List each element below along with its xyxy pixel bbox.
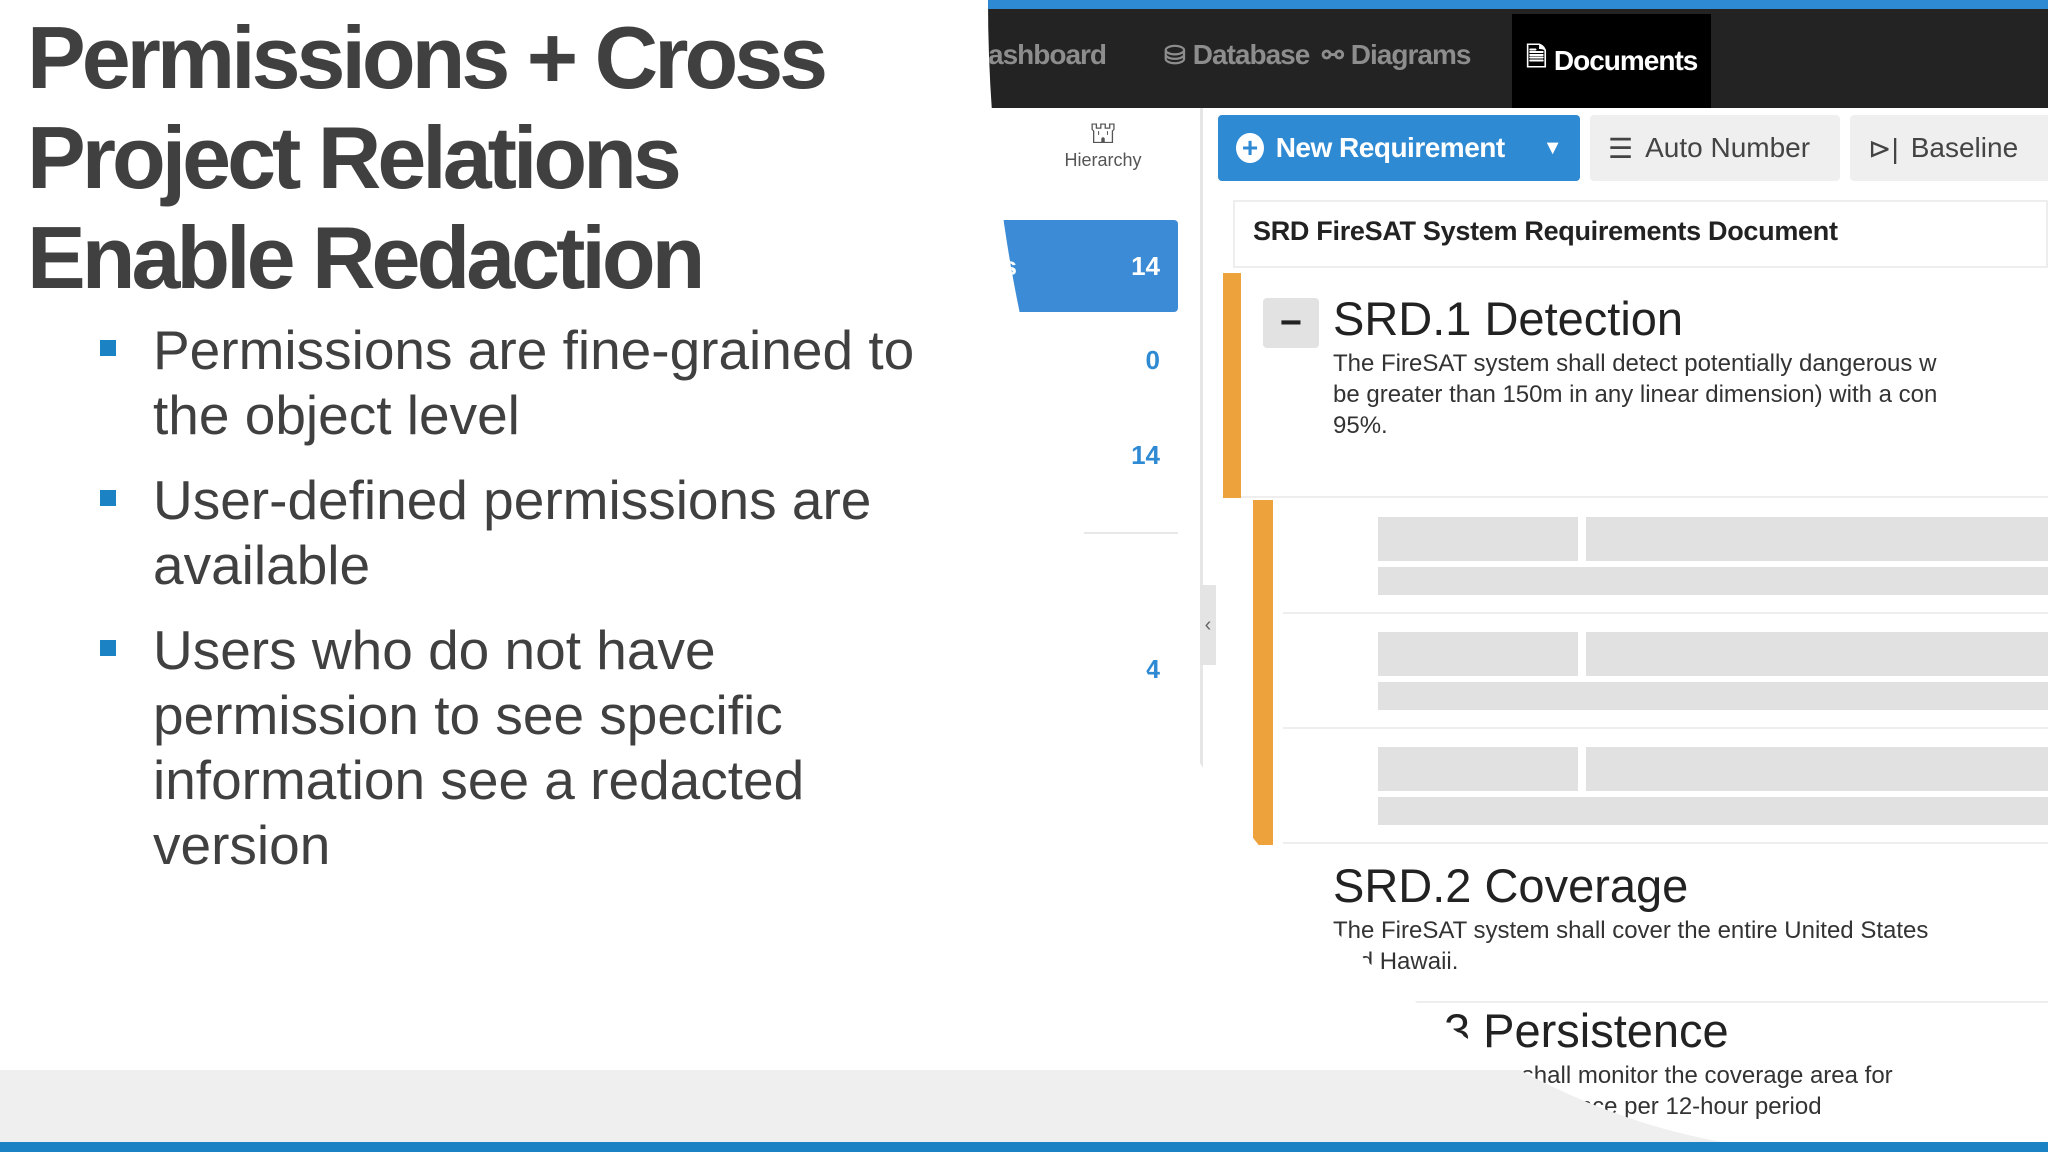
- requirement-bar: [1253, 500, 1273, 616]
- bullet-square-icon: [100, 490, 116, 506]
- nav-database[interactable]: ⛁ Database: [1164, 32, 1311, 78]
- requirement-bar: [1223, 273, 1241, 498]
- requirement-heading: SRD.2 Coverage: [1333, 859, 1689, 912]
- requirement-divider: [1283, 842, 2048, 844]
- document-icon: 🗎: [1526, 42, 1547, 72]
- redacted-block: [1586, 747, 2048, 791]
- redacted-block: [1378, 567, 2048, 595]
- slide-title-line-2: Project Relations: [27, 108, 682, 207]
- nav-row-count: 4: [1145, 653, 1160, 684]
- redacted-child-requirement: [1253, 730, 2048, 846]
- top-nav-bar: ashboard ⛁ Database ⚯ Diagrams 🗎 Documen…: [988, 0, 2048, 108]
- nav-documents-label: Documents: [1553, 45, 1698, 76]
- document-toolbar: + New Requirement ▼ ☰ Auto Number ⊳| Bas…: [1218, 115, 2048, 185]
- requirement-text: The FireSAT system shall detect potentia…: [1333, 350, 1938, 439]
- slide-title: Permissions + Cross Project Relations En…: [27, 8, 967, 308]
- app-screenshot: ashboard ⛁ Database ⚯ Diagrams 🗎 Documen…: [988, 0, 2048, 1152]
- slide-title-line-3: Enable Redaction: [27, 208, 705, 307]
- database-icon: ⛁: [1164, 39, 1186, 70]
- slide-footer-line: [0, 1142, 2048, 1152]
- baseline-button[interactable]: ⊳| Baseline: [1850, 115, 2048, 181]
- redacted-block: [1378, 682, 2048, 710]
- redacted-block: [1378, 632, 1578, 676]
- numbered-list-icon: ☰: [1608, 132, 1634, 164]
- nav-row-selected[interactable]: es 14: [988, 220, 1178, 312]
- slide-bullet-text: Users who do not have permission to see …: [153, 619, 805, 876]
- bullet-square-icon: [100, 340, 116, 356]
- new-requirement-button[interactable]: + New Requirement ▼: [1218, 115, 1580, 181]
- baseline-label: Baseline: [1910, 132, 2019, 163]
- chevron-left-icon: ‹: [1204, 613, 1212, 636]
- requirement-srd1[interactable]: − SRD.1 Detection The FireSAT system sha…: [1223, 273, 2048, 498]
- plus-circle-icon: +: [1236, 133, 1264, 163]
- diagrams-icon: ⚯: [1322, 39, 1344, 70]
- requirement-divider: [1283, 727, 2048, 729]
- nav-row-label: es: [988, 250, 1017, 281]
- requirement-text: SAT system shall monitor the coverage ar…: [1388, 1062, 1893, 1120]
- slide-bullet-text: User-defined permissions are available: [153, 469, 872, 596]
- collapse-panel-button[interactable]: ‹: [1200, 585, 1216, 665]
- slide-bullet: User-defined permissions are available: [100, 468, 980, 598]
- requirement-divider: [1241, 496, 2048, 498]
- nav-row[interactable]: 4: [988, 639, 1178, 699]
- nav-row[interactable]: 0: [988, 704, 1178, 764]
- hierarchy-icon: ⛫: [1089, 117, 1117, 150]
- requirement-heading: SRD.1 Detection: [1333, 292, 1684, 345]
- requirement-srd3[interactable]: RD.3 Persistence SAT system shall monito…: [1223, 1004, 2048, 1152]
- document-title: SRD FireSAT System Requirements Document: [1233, 200, 2048, 268]
- document-view: SRD FireSAT System Requirements Document…: [1223, 200, 2048, 1152]
- collapse-minus-button[interactable]: −: [1263, 298, 1319, 348]
- nav-diagrams[interactable]: ⚯ Diagrams: [1322, 32, 1472, 78]
- left-panel: ⛫ Hierarchy es 14 0 14 4 0: [988, 108, 1208, 1152]
- nav-dashboard-label: ashboard: [988, 39, 1107, 70]
- redacted-block: [1378, 797, 2048, 825]
- baseline-icon: ⊳|: [1868, 132, 1899, 164]
- top-accent-strip: [988, 0, 2048, 9]
- hierarchy-button[interactable]: ⛫ Hierarchy: [1028, 118, 1178, 188]
- nav-row[interactable]: 14: [988, 425, 1178, 485]
- nav-row[interactable]: 0: [988, 330, 1178, 390]
- redacted-block: [1378, 747, 1578, 791]
- new-requirement-label: New Requirement: [1275, 132, 1506, 163]
- redacted-block: [1378, 517, 1578, 561]
- bullet-square-icon: [100, 640, 116, 656]
- nav-row-count: 14: [1131, 250, 1160, 281]
- nav-dashboard[interactable]: ashboard: [988, 32, 1107, 78]
- auto-number-label: Auto Number: [1645, 132, 1811, 163]
- nav-documents[interactable]: 🗎 Documents: [1512, 14, 1712, 108]
- slide-bullet-text: Permissions are fine-grained to the obje…: [153, 319, 915, 446]
- nav-row-count: 0: [1145, 718, 1160, 749]
- requirement-bar: [1253, 615, 1273, 731]
- slide-title-line-1: Permissions + Cross: [27, 8, 828, 107]
- hierarchy-label: Hierarchy: [1064, 150, 1142, 170]
- requirement-bar: [1223, 845, 1241, 905]
- requirement-divider: [1283, 612, 2048, 614]
- requirement-bar: [1253, 730, 1273, 846]
- nav-row-count: 14: [1131, 439, 1160, 470]
- slide-bullet-list: Permissions are fine-grained to the obje…: [100, 318, 980, 898]
- redacted-child-requirement: [1253, 500, 2048, 616]
- nav-database-label: Database: [1192, 39, 1311, 70]
- nav-diagrams-label: Diagrams: [1350, 39, 1472, 70]
- redacted-block: [1586, 632, 2048, 676]
- nav-row-count: 0: [1145, 344, 1160, 375]
- redacted-block: [1586, 517, 2048, 561]
- auto-number-button[interactable]: ☰ Auto Number: [1590, 115, 1840, 181]
- slide-bullet: Permissions are fine-grained to the obje…: [100, 318, 980, 448]
- redacted-child-requirement: [1253, 615, 2048, 731]
- left-panel-divider: [1048, 532, 1178, 534]
- requirement-text: The FireSAT system shall cover the entir…: [1333, 917, 1929, 975]
- requirement-heading: RD.3 Persistence: [1363, 1004, 1729, 1057]
- caret-down-icon: ▼: [1542, 136, 1563, 159]
- slide-bullet: Users who do not have permission to see …: [100, 618, 980, 878]
- requirement-srd2[interactable]: SRD.2 Coverage The FireSAT system shall …: [1223, 845, 2048, 1005]
